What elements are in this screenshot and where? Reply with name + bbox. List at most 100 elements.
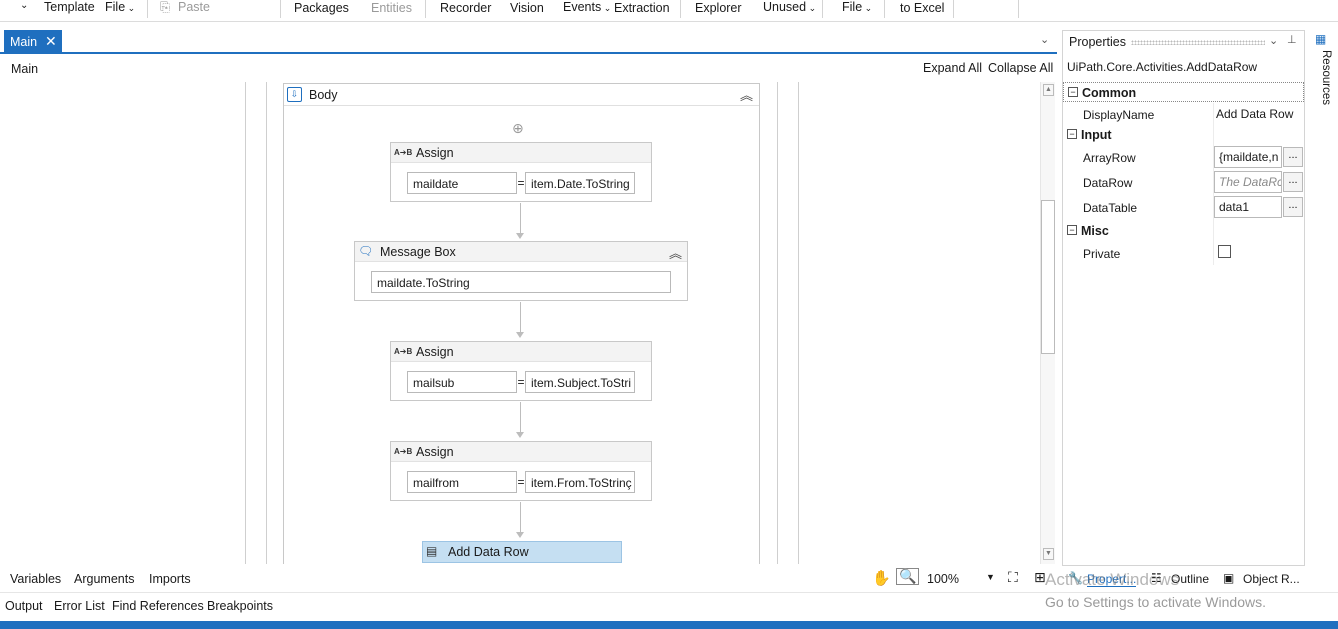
collapse-all-button[interactable]: Collapse All (988, 61, 1053, 75)
equals-sign: = (517, 375, 525, 389)
property-label: DisplayName (1083, 108, 1155, 122)
designer-canvas[interactable]: ⇩ Body ︽ ⊕ A➔B Assign maildate = item.Da… (5, 82, 1040, 564)
property-label: DataTable (1083, 201, 1138, 215)
ribbon-unused-button[interactable]: Unused ⌄ (763, 0, 816, 14)
data-table-icon: ▤ (426, 544, 438, 558)
arguments-tab[interactable]: Arguments (74, 572, 134, 586)
resources-tab-label[interactable]: Resources (1320, 50, 1332, 105)
scrollbar-thumb[interactable] (1041, 200, 1055, 354)
sequence-title: Body (309, 88, 338, 102)
assign-to-field[interactable]: mailsub (407, 371, 517, 393)
imports-tab[interactable]: Imports (149, 572, 191, 586)
collapse-chevron-icon[interactable]: ︽ (669, 243, 682, 262)
activation-watermark-text: Go to Settings to activate Windows. (1045, 594, 1266, 610)
assign-value-field[interactable]: item.From.ToStrinç (525, 471, 635, 493)
chevron-down-icon[interactable]: ⌄ (1269, 34, 1278, 47)
ribbon-entities-button[interactable]: Entities (371, 1, 412, 15)
vertical-scrollbar[interactable]: ▲ ▼ (1040, 82, 1055, 564)
arrayrow-input[interactable]: {maildate,n (1214, 146, 1282, 168)
chevron-down-icon: ⌄ (601, 3, 612, 13)
zoom-search-icon[interactable]: 🔍 (896, 568, 920, 585)
message-box-icon: 🗨 (358, 244, 374, 258)
arrayrow-ellipsis-button[interactable]: ... (1283, 147, 1303, 167)
ribbon-file-export-label: File (842, 0, 863, 14)
zoom-dropdown-icon[interactable]: ▼ (986, 572, 995, 582)
category-common[interactable]: − Common (1063, 82, 1304, 102)
add-data-row-activity[interactable]: ▤ Add Data Row (422, 541, 622, 563)
ribbon-explorer-button[interactable]: Explorer (695, 1, 742, 15)
category-label: Common (1082, 86, 1137, 100)
ribbon-vision-button[interactable]: Vision (510, 1, 544, 15)
assign-activity-mailfrom[interactable]: A➔B Assign mailfrom = item.From.ToStrinç (390, 441, 652, 501)
datarow-input[interactable]: The DataRc (1214, 171, 1282, 193)
ribbon-extraction-button[interactable]: Extraction (614, 1, 670, 15)
chevron-down-icon[interactable]: ⌄ (20, 0, 28, 11)
outer-container-border (266, 82, 267, 564)
activation-watermark-title: Activate Windows (1045, 570, 1180, 589)
ribbon-paste-button[interactable]: Paste (178, 0, 210, 14)
datarow-ellipsis-button[interactable]: ... (1283, 172, 1303, 192)
output-tab[interactable]: Output (5, 599, 43, 613)
assign-value-field[interactable]: item.Subject.ToStri (525, 371, 635, 393)
breadcrumb[interactable]: Main (11, 62, 38, 76)
panel-grip[interactable] (1131, 40, 1265, 45)
overview-map-icon[interactable]: ⊞ (1034, 569, 1046, 586)
datatable-input[interactable]: data1 (1214, 196, 1282, 218)
ribbon-file-button[interactable]: File ⌄ (105, 0, 135, 14)
close-icon[interactable]: ✕ (45, 33, 57, 50)
scroll-down-icon[interactable]: ▼ (1043, 548, 1054, 560)
collapse-chevron-icon[interactable]: ︽ (740, 85, 753, 104)
scroll-up-icon[interactable]: ▲ (1043, 84, 1054, 96)
assign-activity-maildate[interactable]: A➔B Assign maildate = item.Date.ToString (390, 142, 652, 202)
displayname-value[interactable]: Add Data Row (1216, 107, 1293, 121)
assign-to-field[interactable]: mailfrom (407, 471, 517, 493)
zoom-level[interactable]: 100% (927, 572, 959, 586)
expand-all-button[interactable]: Expand All (923, 61, 982, 75)
fit-to-screen-icon[interactable]: ⛶ (1008, 569, 1018, 586)
category-input[interactable]: − Input (1063, 125, 1304, 145)
collapse-box-icon[interactable]: − (1067, 129, 1077, 139)
sequence-header[interactable]: ⇩ Body ︽ (284, 84, 759, 106)
collapse-box-icon[interactable]: − (1068, 87, 1078, 97)
property-label: Private (1083, 247, 1121, 261)
assign-value-field[interactable]: item.Date.ToString (525, 172, 635, 194)
property-row-datarow: DataRow The DataRc ... (1063, 170, 1304, 195)
tab-main[interactable]: Main ✕ (4, 30, 62, 54)
ribbon: ⌄ Template File ⌄ ⎘ Paste Packages Entit… (0, 0, 1338, 22)
tab-list-chevron-icon[interactable]: ⌄ (1040, 33, 1049, 46)
category-misc[interactable]: − Misc (1063, 221, 1304, 241)
assign-to-field[interactable]: maildate (407, 172, 517, 194)
sequence-icon: ⇩ (287, 87, 302, 102)
variables-tab[interactable]: Variables (10, 572, 61, 586)
ribbon-packages-button[interactable]: Packages (294, 1, 349, 15)
properties-type-name: UiPath.Core.Activities.AddDataRow (1067, 60, 1258, 74)
object-repository-icon: ▣ (1223, 571, 1235, 585)
connector-arrow (516, 332, 524, 338)
collapse-box-icon[interactable]: − (1067, 225, 1077, 235)
ribbon-export-excel-button[interactable]: to Excel (900, 1, 944, 15)
hand-pan-icon[interactable]: ✋ (872, 569, 891, 587)
clipboard-icon: ⎘ (160, 0, 171, 14)
ribbon-file-export-button[interactable]: File ⌄ (842, 0, 872, 14)
ribbon-file-label: File (105, 0, 126, 14)
property-grid-divider (1213, 103, 1214, 265)
private-checkbox[interactable] (1218, 245, 1231, 258)
datatable-ellipsis-button[interactable]: ... (1283, 197, 1303, 217)
message-text-field[interactable]: maildate.ToString (371, 271, 671, 293)
assign-activity-mailsub[interactable]: A➔B Assign mailsub = item.Subject.ToStri (390, 341, 652, 401)
pin-icon[interactable]: ⊥ (1287, 33, 1297, 46)
ribbon-template-button[interactable]: Template (44, 0, 95, 14)
error-list-tab[interactable]: Error List (54, 599, 105, 613)
message-box-activity[interactable]: 🗨 Message Box ︽ maildate.ToString (354, 241, 688, 301)
ribbon-events-button[interactable]: Events ⌄ (563, 0, 611, 14)
ribbon-separator (147, 0, 148, 18)
body-sequence[interactable]: ⇩ Body ︽ ⊕ A➔B Assign maildate = item.Da… (283, 83, 760, 564)
find-references-tab[interactable]: Find References (112, 599, 204, 613)
object-repository-panel-tab[interactable]: Object R... (1243, 572, 1300, 586)
add-activity-icon[interactable]: ⊕ (512, 120, 524, 137)
breakpoints-tab[interactable]: Breakpoints (207, 599, 273, 613)
ribbon-recorder-button[interactable]: Recorder (440, 1, 491, 15)
resources-sidebar[interactable]: ▦ Resources (1310, 30, 1338, 130)
connector-line (520, 402, 521, 432)
chevron-down-icon: ⌄ (862, 3, 873, 13)
